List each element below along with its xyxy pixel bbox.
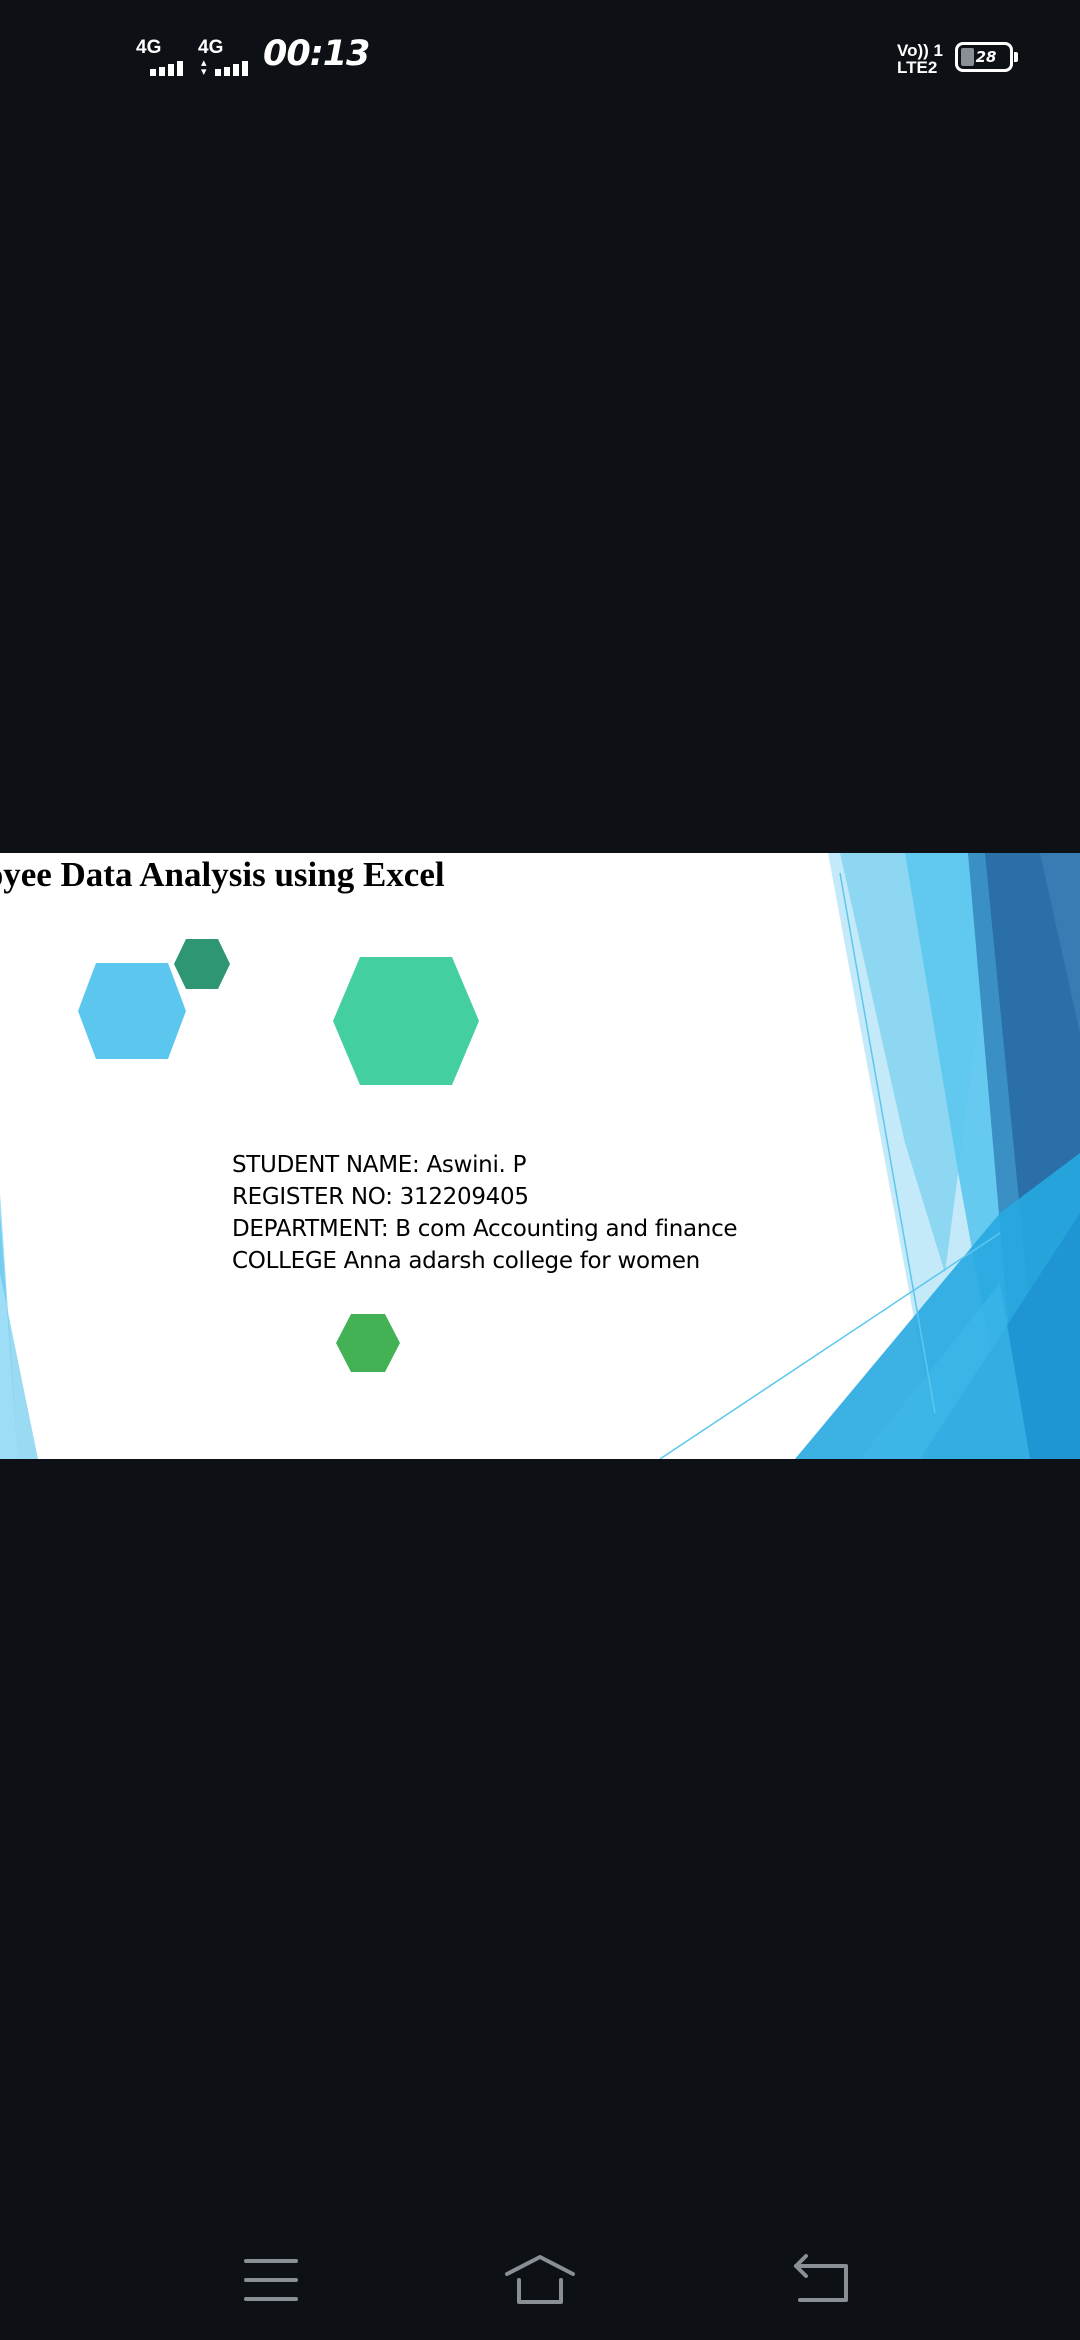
student-info-block: STUDENT NAME: Aswini. P REGISTER NO: 312…: [232, 1149, 738, 1277]
volte-indicator: Vo)) 1 LTE2: [897, 42, 945, 76]
home-icon[interactable]: [505, 2250, 575, 2310]
data-activity-icon: ▴ ▾: [201, 56, 207, 78]
menu-icon[interactable]: [236, 2250, 306, 2310]
sim1-signal-icon: 4G: [136, 38, 192, 78]
register-no-text: REGISTER NO: 312209405: [232, 1184, 529, 1210]
phone-screen: 4G 4G ▴ ▾ 00:13 Vo)) 1 LTE2 28 yee Data …: [0, 0, 1080, 2340]
hexagon-light-blue: [78, 963, 186, 1059]
sim1-network-label: 4G: [136, 37, 162, 58]
back-icon[interactable]: [788, 2250, 858, 2310]
volte-line1: Vo)) 1: [897, 41, 943, 60]
sim2-signal-icon: 4G ▴ ▾: [198, 38, 258, 78]
student-name-text: STUDENT NAME: Aswini. P: [232, 1152, 527, 1178]
volte-line2: LTE2: [897, 58, 938, 77]
status-bar: 4G 4G ▴ ▾ 00:13 Vo)) 1 LTE2 28: [0, 0, 1080, 120]
battery-tip: [1014, 52, 1018, 62]
battery-icon: 28: [955, 42, 1013, 72]
sim2-network-label: 4G: [198, 37, 224, 58]
college-text: COLLEGE Anna adarsh college for women: [232, 1248, 700, 1274]
department-text: DEPARTMENT: B com Accounting and finance: [232, 1216, 738, 1242]
slide-title: Employee Data Analysis using Excel: [0, 855, 445, 894]
hexagon-teal: [333, 957, 479, 1085]
hexagon-green: [336, 1314, 400, 1372]
status-clock: 00:13: [263, 34, 370, 74]
battery-percent: 28: [975, 48, 997, 66]
navigation-bar: [0, 2220, 1080, 2340]
presentation-slide[interactable]: Employee Data Analysis using Excel STUDE…: [0, 853, 1080, 1459]
hexagon-dark-green: [174, 939, 230, 989]
